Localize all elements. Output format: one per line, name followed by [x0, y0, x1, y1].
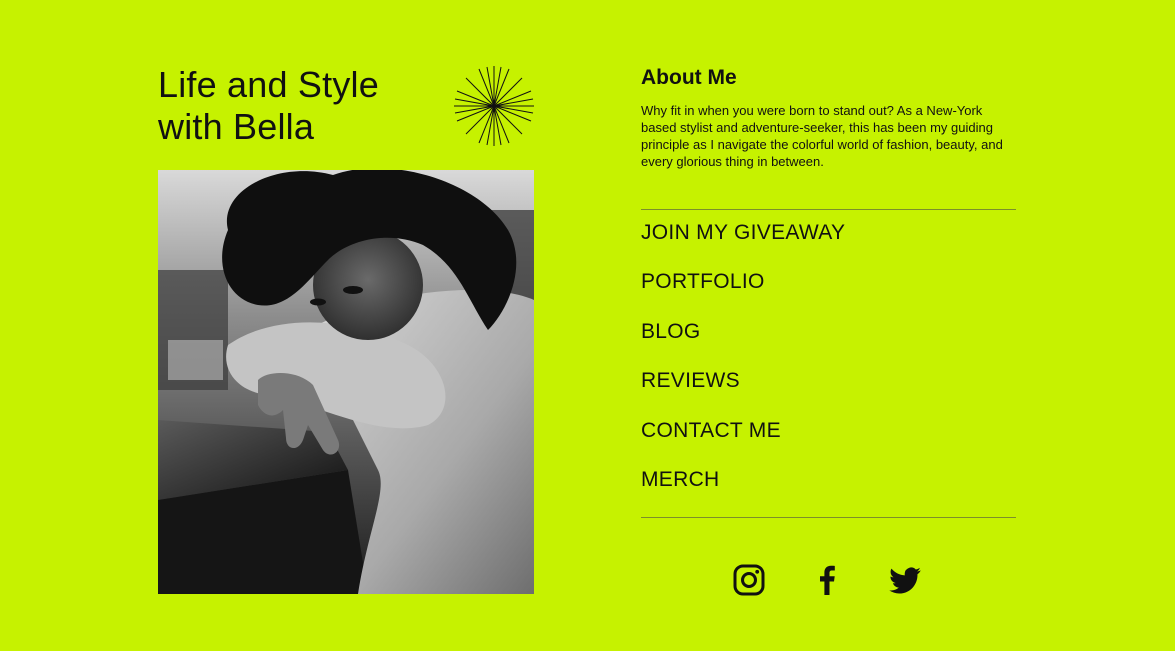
instagram-link[interactable]: [731, 562, 767, 598]
nav-item: BLOG: [641, 320, 1017, 369]
facebook-link[interactable]: [809, 562, 845, 598]
social-links: [731, 562, 923, 598]
twitter-icon: [889, 567, 921, 594]
nav-link-portfolio[interactable]: PORTFOLIO: [641, 270, 765, 294]
nav-links: JOIN MY GIVEAWAY PORTFOLIO BLOG REVIEWS …: [641, 210, 1017, 517]
page-title: Life and Style with Bella: [158, 64, 379, 147]
nav-link-join-my-giveaway[interactable]: JOIN MY GIVEAWAY: [641, 221, 845, 245]
portrait-photo: [158, 170, 534, 594]
nav-link-blog[interactable]: BLOG: [641, 320, 701, 344]
starburst-icon: [454, 66, 534, 146]
nav-item: MERCH: [641, 468, 1017, 517]
nav-link-contact-me[interactable]: CONTACT ME: [641, 419, 781, 443]
left-column: Life and Style with Bella: [158, 64, 534, 594]
nav-item: JOIN MY GIVEAWAY: [641, 221, 1017, 270]
instagram-icon: [733, 564, 765, 596]
twitter-link[interactable]: [887, 562, 923, 598]
nav-item: PORTFOLIO: [641, 270, 1017, 319]
facebook-icon: [820, 565, 835, 595]
nav-item: REVIEWS: [641, 369, 1017, 418]
nav-link-merch[interactable]: MERCH: [641, 468, 720, 492]
nav-link-reviews[interactable]: REVIEWS: [641, 369, 740, 393]
about-text: Why fit in when you were born to stand o…: [641, 103, 1003, 169]
nav-item: CONTACT ME: [641, 419, 1017, 468]
divider: [641, 517, 1016, 519]
right-column: About Me Why fit in when you were born t…: [641, 64, 1017, 596]
about-heading: About Me: [641, 66, 737, 89]
